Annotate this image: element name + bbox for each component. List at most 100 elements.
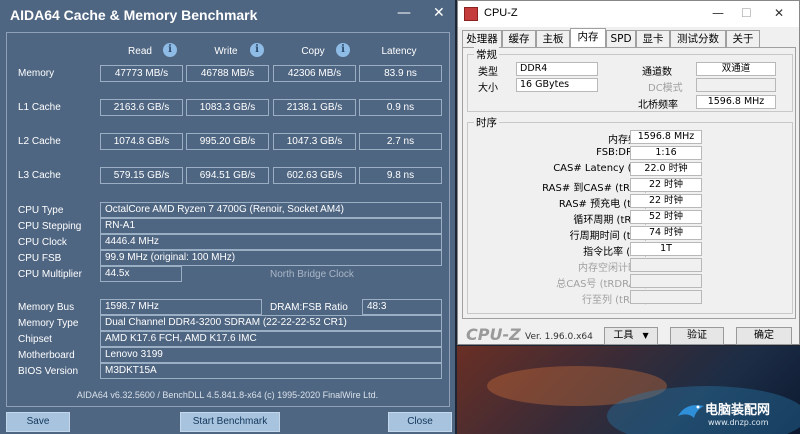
cpu-clock-value: 4446.4 MHz bbox=[100, 234, 442, 250]
row-label-l1: L1 Cache bbox=[18, 102, 61, 113]
read-info-icon[interactable]: i bbox=[163, 43, 177, 57]
timing-value-mem-freq: 1596.8 MHz bbox=[630, 130, 702, 144]
motherboard-label: Motherboard bbox=[18, 350, 75, 361]
tab-memory[interactable]: 内存 bbox=[570, 28, 606, 48]
cpu-multiplier-value: 44.5x bbox=[100, 266, 182, 282]
validate-button[interactable]: 验证 bbox=[670, 327, 724, 345]
timing-label-idle-timer: 内存空闲计时器 bbox=[578, 263, 648, 274]
tab-cache[interactable]: 缓存 bbox=[502, 30, 536, 48]
watermark-url: www.dnzp.com bbox=[708, 418, 769, 427]
timing-value-trcd: 22 时钟 bbox=[630, 178, 702, 192]
aida-footer: AIDA64 v6.32.5600 / BenchDLL 4.5.841.8-x… bbox=[76, 390, 379, 400]
l2-write-value: 995.20 GB/s bbox=[186, 133, 269, 150]
cpu-fsb-label: CPU FSB bbox=[18, 253, 62, 264]
timings-group-title: 时序 bbox=[474, 115, 499, 130]
memory-latency-value: 83.9 ns bbox=[359, 65, 442, 82]
type-value: DDR4 bbox=[516, 62, 598, 76]
channels-value: 双通道 bbox=[696, 62, 776, 76]
close-window-button[interactable]: ✕ bbox=[433, 5, 445, 21]
cpuz-window: CPU-Z — ☐ ✕ 处理器 缓存 主板 内存 SPD 显卡 测试分数 关于 … bbox=[457, 0, 800, 345]
chevron-down-icon: ▼ bbox=[642, 331, 649, 340]
cpu-stepping-label: CPU Stepping bbox=[18, 221, 82, 232]
tools-dropdown-button[interactable]: 工具 ▼ bbox=[604, 327, 658, 345]
timing-value-idle-timer bbox=[630, 258, 702, 272]
l3-latency-value: 9.8 ns bbox=[359, 167, 442, 184]
memory-read-value: 47773 MB/s bbox=[100, 65, 183, 82]
timing-value-cr: 1T bbox=[630, 242, 702, 256]
dram-fsb-label: DRAM:FSB Ratio bbox=[270, 302, 348, 313]
north-bridge-clock-label: North Bridge Clock bbox=[270, 269, 354, 280]
dc-mode-label: DC模式 bbox=[648, 83, 683, 94]
tab-graphics[interactable]: 显卡 bbox=[636, 30, 670, 48]
cpuz-logo-icon bbox=[464, 7, 478, 21]
nb-freq-label: 北桥频率 bbox=[638, 100, 678, 111]
timing-label-row-to-col: 行至列 (tRCD) bbox=[581, 295, 648, 306]
timing-label-trdram: 总CAS号 (tRDRAM) bbox=[556, 279, 648, 290]
cpu-clock-label: CPU Clock bbox=[18, 237, 67, 248]
general-group-title: 常规 bbox=[474, 47, 499, 62]
memory-type-value: Dual Channel DDR4-3200 SDRAM (22-22-22-5… bbox=[100, 315, 442, 331]
chipset-value: AMD K17.6 FCH, AMD K17.6 IMC bbox=[100, 331, 442, 347]
cpuz-minimize-button[interactable]: — bbox=[712, 6, 724, 20]
header-latency: Latency bbox=[381, 46, 417, 57]
minimize-button[interactable]: — bbox=[397, 5, 411, 21]
timing-value-trp: 22 时钟 bbox=[630, 194, 702, 208]
dram-fsb-value: 48:3 bbox=[362, 299, 442, 315]
size-label: 大小 bbox=[478, 83, 498, 94]
timing-value-trdram bbox=[630, 274, 702, 288]
cpuz-maximize-button: ☐ bbox=[741, 6, 752, 20]
timing-label-tras: 循环周期 (tRAS) bbox=[573, 215, 648, 226]
start-benchmark-button[interactable]: Start Benchmark bbox=[180, 412, 280, 432]
tools-label: 工具 bbox=[613, 330, 634, 341]
l2-copy-value: 1047.3 GB/s bbox=[273, 133, 356, 150]
timing-label-trc: 行周期时间 (tRC) bbox=[569, 231, 648, 242]
tab-processor[interactable]: 处理器 bbox=[462, 30, 502, 48]
timing-value-trc: 74 时钟 bbox=[630, 226, 702, 240]
tab-bench[interactable]: 测试分数 bbox=[670, 30, 726, 48]
memory-tab-content: 常规 类型 DDR4 大小 16 GBytes 通道数 双通道 DC模式 北桥频… bbox=[462, 47, 796, 319]
cpuz-close-button[interactable]: ✕ bbox=[774, 6, 784, 20]
watermark-logo-icon bbox=[678, 405, 704, 418]
row-label-memory: Memory bbox=[18, 68, 55, 79]
save-button[interactable]: Save bbox=[6, 412, 70, 432]
row-label-l2: L2 Cache bbox=[18, 136, 61, 147]
write-info-icon[interactable]: i bbox=[250, 43, 264, 57]
timing-value-cl: 22.0 时钟 bbox=[630, 162, 702, 176]
timing-value-row-to-col bbox=[630, 290, 702, 304]
cpu-type-value: OctalCore AMD Ryzen 7 4700G (Renoir, Soc… bbox=[100, 202, 442, 218]
tab-about[interactable]: 关于 bbox=[726, 30, 760, 48]
timing-label-cl: CAS# Latency (CL) bbox=[553, 163, 648, 174]
tab-spd[interactable]: SPD bbox=[606, 30, 636, 48]
tab-mainboard[interactable]: 主板 bbox=[536, 30, 570, 48]
ok-button[interactable]: 确定 bbox=[736, 327, 792, 345]
timing-label-trcd: RAS# 到CAS# (tRCD) bbox=[542, 183, 648, 194]
motherboard-value: Lenovo 3199 bbox=[100, 347, 442, 363]
size-value: 16 GBytes bbox=[516, 78, 598, 92]
timing-label-trp: RAS# 预充电 (tRP) bbox=[558, 199, 648, 210]
l1-copy-value: 2138.1 GB/s bbox=[273, 99, 356, 116]
cpuz-titlebar: CPU-Z — ☐ ✕ bbox=[458, 1, 799, 27]
dc-mode-value bbox=[696, 78, 776, 92]
general-group: 常规 类型 DDR4 大小 16 GBytes 通道数 双通道 DC模式 北桥频… bbox=[467, 47, 793, 112]
bios-label: BIOS Version bbox=[18, 366, 79, 377]
memory-bus-value: 1598.7 MHz bbox=[100, 299, 262, 315]
chipset-label: Chipset bbox=[18, 334, 52, 345]
watermark-text: 电脑装配网 bbox=[705, 403, 771, 418]
cpu-fsb-value: 99.9 MHz (original: 100 MHz) bbox=[100, 250, 442, 266]
timing-value-tras: 52 时钟 bbox=[630, 210, 702, 224]
aida-window-title: AIDA64 Cache & Memory Benchmark bbox=[10, 7, 258, 23]
nb-freq-value: 1596.8 MHz bbox=[696, 95, 776, 109]
memory-copy-value: 42306 MB/s bbox=[273, 65, 356, 82]
l1-latency-value: 0.9 ns bbox=[359, 99, 442, 116]
tab-bar: 处理器 缓存 主板 内存 SPD 显卡 测试分数 关于 bbox=[462, 28, 798, 48]
close-button[interactable]: Close bbox=[388, 412, 452, 432]
row-label-l3: L3 Cache bbox=[18, 170, 61, 181]
cpu-multiplier-label: CPU Multiplier bbox=[18, 269, 82, 280]
l2-latency-value: 2.7 ns bbox=[359, 133, 442, 150]
memory-type-label: Memory Type bbox=[18, 318, 79, 329]
l2-read-value: 1074.8 GB/s bbox=[100, 133, 183, 150]
cpu-type-label: CPU Type bbox=[18, 205, 64, 216]
l3-read-value: 579.15 GB/s bbox=[100, 167, 183, 184]
timing-label-cr: 指令比率 (CR) bbox=[583, 247, 648, 258]
copy-info-icon[interactable]: i bbox=[336, 43, 350, 57]
